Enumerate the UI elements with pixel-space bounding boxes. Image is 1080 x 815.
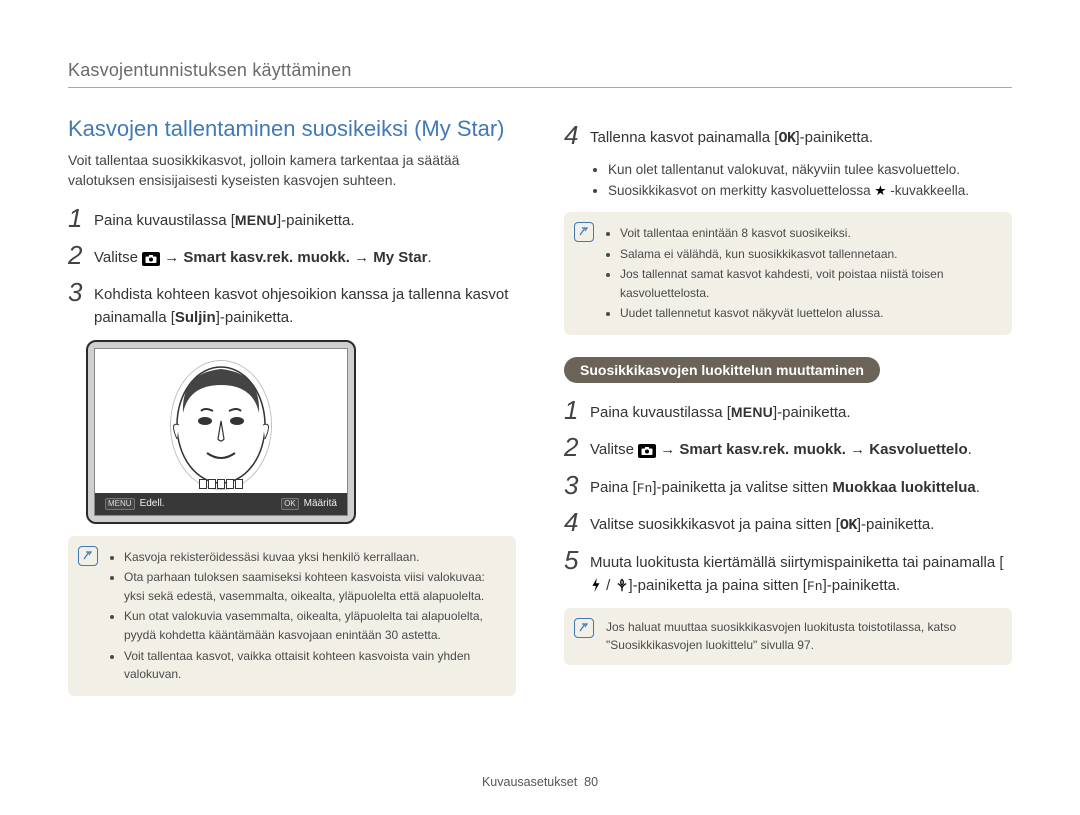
content-columns: Kasvojen tallentaminen suosikeiksi (My S… bbox=[68, 116, 1012, 704]
note-icon bbox=[574, 618, 594, 638]
guide-oval bbox=[171, 361, 271, 489]
note-icon bbox=[574, 222, 594, 242]
step-body: Paina [Fn]-painiketta ja valitse sitten … bbox=[590, 472, 1012, 499]
fn-key: Fn bbox=[807, 579, 823, 594]
note-text: Jos haluat muuttaa suosikkikasvojen luok… bbox=[606, 618, 998, 655]
step-number: 2 bbox=[564, 434, 580, 460]
note-item: Voit tallentaa enintään 8 kasvot suosike… bbox=[620, 224, 998, 243]
note-box-right-1: Voit tallentaa enintään 8 kasvot suosike… bbox=[564, 212, 1012, 335]
note-item: Kasvoja rekisteröidessäsi kuvaa yksi hen… bbox=[124, 548, 502, 567]
step-5: 5 Muuta luokitusta kiertämällä siirtymis… bbox=[564, 547, 1012, 598]
lcd-bottom-bar: MENU Edell. OK Määritä bbox=[95, 493, 347, 515]
ok-key: OK bbox=[778, 130, 795, 147]
step-number: 4 bbox=[564, 509, 580, 535]
note-item: Ota parhaan tuloksen saamiseksi kohteen … bbox=[124, 568, 502, 605]
note-item: Voit tallentaa kasvot, vaikka ottaisit k… bbox=[124, 647, 502, 684]
section-intro: Voit tallentaa suosikkikasvot, jolloin k… bbox=[68, 150, 516, 191]
step-body: Valitse → Smart kasv.rek. muokk. → My St… bbox=[94, 242, 516, 269]
right-steps: 1 Paina kuvaustilassa [MENU]-painiketta.… bbox=[564, 397, 1012, 598]
ok-mini-button: OK bbox=[281, 498, 299, 510]
page-number: 80 bbox=[584, 775, 598, 789]
fn-key: Fn bbox=[637, 481, 653, 496]
note-box-right-2: Jos haluat muuttaa suosikkikasvojen luok… bbox=[564, 608, 1012, 665]
lcd-back-label: Edell. bbox=[140, 498, 165, 509]
sub-bullets: Kun olet tallentanut valokuvat, näkyviin… bbox=[590, 160, 1012, 202]
page-header: Kasvojentunnistuksen käyttäminen bbox=[68, 60, 1012, 88]
lcd-set: OK Määritä bbox=[281, 498, 337, 510]
pill-heading: Suosikkikasvojen luokittelun muuttaminen bbox=[564, 357, 880, 383]
menu-key: MENU bbox=[731, 404, 773, 420]
left-steps: 1 Paina kuvaustilassa [MENU]-painiketta.… bbox=[68, 205, 516, 330]
step-number: 3 bbox=[564, 472, 580, 498]
header-title: Kasvojentunnistuksen käyttäminen bbox=[68, 60, 352, 80]
step-number: 2 bbox=[68, 242, 84, 268]
step-number: 1 bbox=[564, 397, 580, 423]
step-body: Valitse → Smart kasv.rek. muokk. → Kasvo… bbox=[590, 434, 1012, 461]
note-icon bbox=[78, 546, 98, 566]
step-number: 3 bbox=[68, 279, 84, 305]
star-icon: ★ bbox=[874, 183, 886, 198]
progress-indicator bbox=[199, 479, 243, 489]
step-body: Muuta luokitusta kiertämällä siirtymispa… bbox=[590, 547, 1012, 598]
lcd-screen: MENU Edell. OK Määritä bbox=[94, 348, 348, 516]
sub-item: Kun olet tallentanut valokuvat, näkyviin… bbox=[608, 160, 1012, 181]
camera-icon bbox=[638, 444, 656, 458]
step-number: 1 bbox=[68, 205, 84, 231]
step-body: Kohdista kohteen kasvot ohjesoikion kans… bbox=[94, 279, 516, 330]
ok-key: OK bbox=[840, 517, 857, 534]
step-1: 1 Paina kuvaustilassa [MENU]-painiketta. bbox=[68, 205, 516, 232]
step-4: 4 Valitse suosikkikasvot ja paina sitten… bbox=[564, 509, 1012, 537]
step-number: 4 bbox=[564, 122, 580, 148]
camera-illustration: MENU Edell. OK Määritä bbox=[86, 340, 356, 524]
note-list: Voit tallentaa enintään 8 kasvot suosike… bbox=[606, 224, 998, 323]
step-3: 3 Paina [Fn]-painiketta ja valitse sitte… bbox=[564, 472, 1012, 499]
step-number: 5 bbox=[564, 547, 580, 573]
note-item: Uudet tallennetut kasvot näkyvät luettel… bbox=[620, 304, 998, 323]
step-2: 2 Valitse → Smart kasv.rek. muokk. → Kas… bbox=[564, 434, 1012, 461]
left-column: Kasvojen tallentaminen suosikeiksi (My S… bbox=[68, 116, 516, 704]
step-body: Paina kuvaustilassa [MENU]-painiketta. bbox=[94, 205, 516, 232]
page-footer: Kuvausasetukset 80 bbox=[0, 775, 1080, 789]
step-1: 1 Paina kuvaustilassa [MENU]-painiketta. bbox=[564, 397, 1012, 424]
footer-label: Kuvausasetukset bbox=[482, 775, 577, 789]
note-item: Salama ei välähdä, kun suosikkikasvot ta… bbox=[620, 245, 998, 264]
step-4: 4 Tallenna kasvot painamalla [OK]-painik… bbox=[564, 122, 1012, 150]
menu-mini-button: MENU bbox=[105, 498, 135, 510]
lcd-set-label: Määritä bbox=[304, 498, 337, 509]
flash-icon bbox=[590, 578, 602, 592]
note-item: Kun otat valokuvia vasemmalta, oikealta,… bbox=[124, 607, 502, 644]
menu-key: MENU bbox=[235, 212, 277, 228]
note-list: Kasvoja rekisteröidessäsi kuvaa yksi hen… bbox=[110, 548, 502, 684]
step-3: 3 Kohdista kohteen kasvot ohjesoikion ka… bbox=[68, 279, 516, 330]
step-body: Tallenna kasvot painamalla [OK]-painiket… bbox=[590, 122, 1012, 150]
step-body: Paina kuvaustilassa [MENU]-painiketta. bbox=[590, 397, 1012, 424]
note-box-left: Kasvoja rekisteröidessäsi kuvaa yksi hen… bbox=[68, 536, 516, 696]
sub-item: Suosikkikasvot on merkitty kasvoluettelo… bbox=[608, 181, 1012, 202]
camera-icon bbox=[142, 252, 160, 266]
right-column: 4 Tallenna kasvot painamalla [OK]-painik… bbox=[564, 116, 1012, 704]
lcd-back: MENU Edell. bbox=[105, 498, 165, 510]
step-2: 2 Valitse → Smart kasv.rek. muokk. → My … bbox=[68, 242, 516, 269]
step-body: Valitse suosikkikasvot ja paina sitten [… bbox=[590, 509, 1012, 537]
note-item: Jos tallennat samat kasvot kahdesti, voi… bbox=[620, 265, 998, 302]
section-title: Kasvojen tallentaminen suosikeiksi (My S… bbox=[68, 116, 516, 142]
macro-icon bbox=[615, 578, 629, 592]
right-step4: 4 Tallenna kasvot painamalla [OK]-painik… bbox=[564, 122, 1012, 150]
